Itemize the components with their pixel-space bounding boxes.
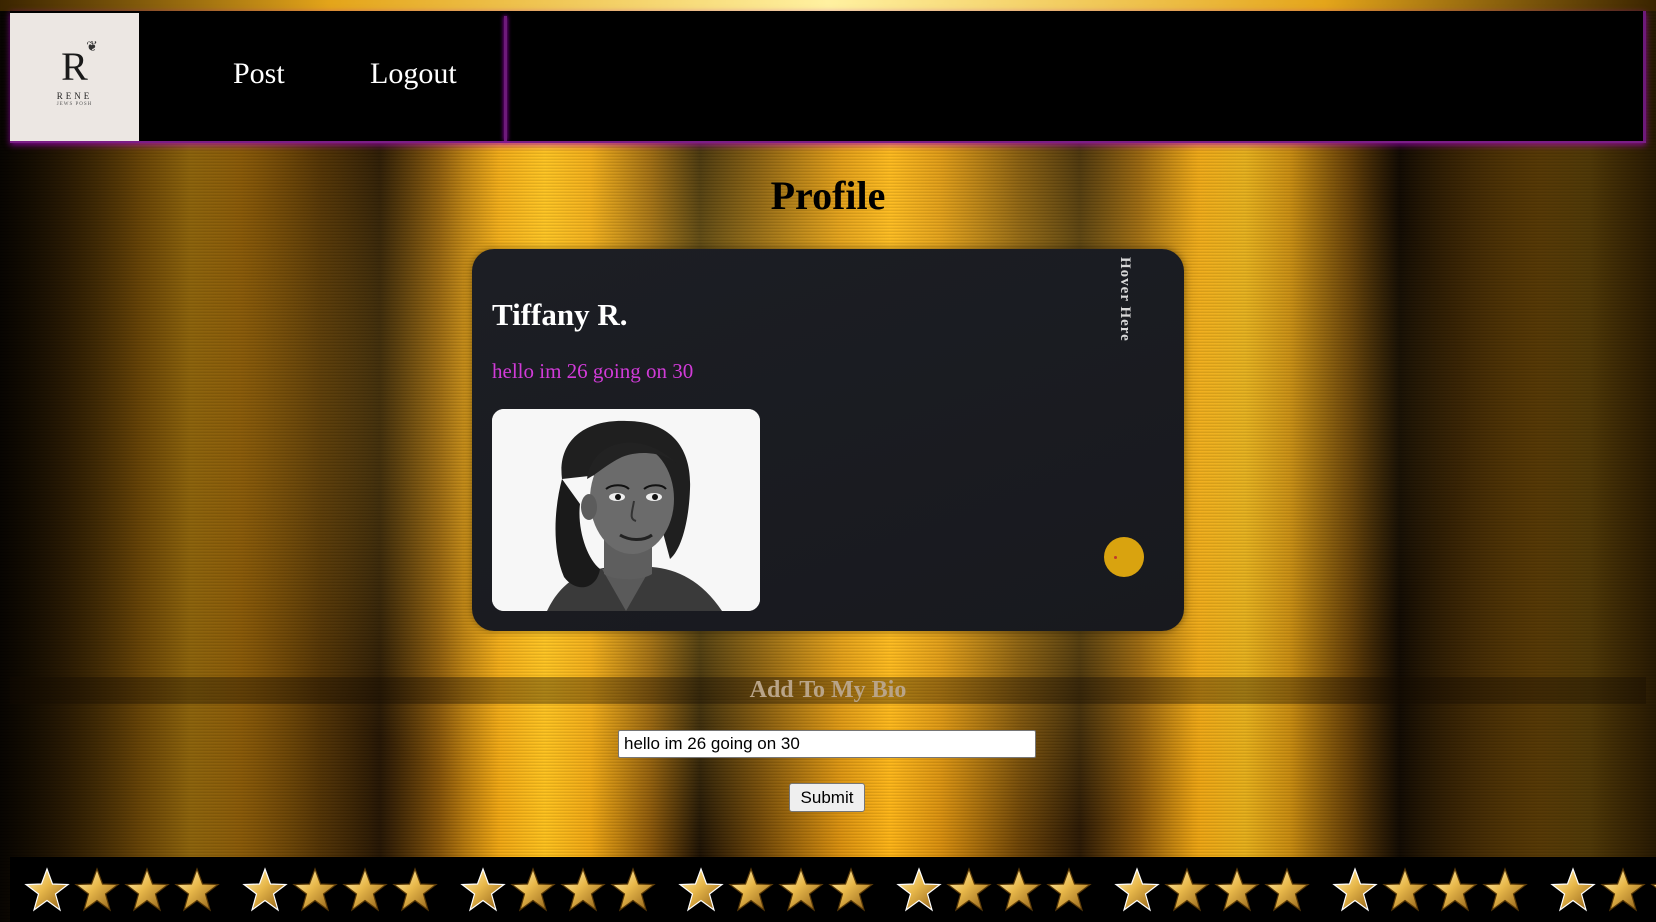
star-icon xyxy=(342,867,388,912)
star-icon xyxy=(1550,867,1596,912)
profile-name: Tiffany R. xyxy=(492,297,628,332)
star-icon xyxy=(778,867,824,912)
logo-name: RENE xyxy=(56,91,93,101)
star-icon xyxy=(1432,867,1478,912)
star-icon xyxy=(1164,867,1210,912)
submit-button[interactable]: Submit xyxy=(789,783,865,812)
stars-footer xyxy=(10,857,1656,922)
stars-row xyxy=(24,867,1656,913)
star-group xyxy=(896,867,1092,913)
nav-link-logout[interactable]: Logout xyxy=(370,57,457,91)
flourish-icon: ❦ xyxy=(86,40,98,55)
star-icon xyxy=(124,867,170,912)
star-icon xyxy=(174,867,220,912)
portrait-illustration xyxy=(492,409,760,611)
star-icon xyxy=(292,867,338,912)
star-icon xyxy=(74,867,120,912)
nav-divider xyxy=(504,16,507,141)
star-icon xyxy=(996,867,1042,912)
profile-bio: hello im 26 going on 30 xyxy=(492,359,694,383)
nav-link-post[interactable]: Post xyxy=(233,57,285,91)
add-bio-heading: Add To My Bio xyxy=(749,677,907,703)
star-group xyxy=(1114,867,1310,913)
profile-card[interactable]: Tiffany R. hello im 26 going on 30 Hover… xyxy=(472,249,1184,631)
star-icon xyxy=(1600,867,1646,912)
star-icon xyxy=(728,867,774,912)
star-group xyxy=(460,867,656,913)
logo-mark: R ❦ xyxy=(61,40,98,89)
star-icon xyxy=(1214,867,1260,912)
star-group xyxy=(1332,867,1528,913)
star-icon xyxy=(678,867,724,912)
star-icon xyxy=(1382,867,1428,912)
nav-edge xyxy=(1643,11,1646,141)
top-gold-strip xyxy=(0,0,1656,11)
star-group xyxy=(678,867,874,913)
hover-here-label[interactable]: Hover Here xyxy=(1116,257,1133,342)
star-icon xyxy=(392,867,438,912)
star-icon xyxy=(560,867,606,912)
profile-photo xyxy=(492,409,760,611)
hover-dot[interactable] xyxy=(1104,537,1144,577)
star-group xyxy=(1550,867,1656,913)
star-icon xyxy=(946,867,992,912)
star-icon xyxy=(24,867,70,912)
star-icon xyxy=(1264,867,1310,912)
star-icon xyxy=(1482,867,1528,912)
star-icon xyxy=(242,867,288,912)
page-title: Profile xyxy=(770,173,886,218)
star-icon xyxy=(610,867,656,912)
star-icon xyxy=(1046,867,1092,912)
star-icon xyxy=(828,867,874,912)
star-icon xyxy=(460,867,506,912)
star-icon xyxy=(1332,867,1378,912)
bio-input[interactable] xyxy=(618,730,1036,758)
site-logo[interactable]: R ❦ RENE JEWS POSH xyxy=(10,13,139,141)
navbar: R ❦ RENE JEWS POSH Post Logout xyxy=(10,11,1646,143)
star-icon xyxy=(510,867,556,912)
star-icon xyxy=(896,867,942,912)
logo-tagline: JEWS POSH xyxy=(56,102,93,107)
star-icon xyxy=(1650,883,1656,889)
star-icon xyxy=(1114,867,1160,912)
star-group xyxy=(242,867,438,913)
star-group xyxy=(24,867,220,913)
